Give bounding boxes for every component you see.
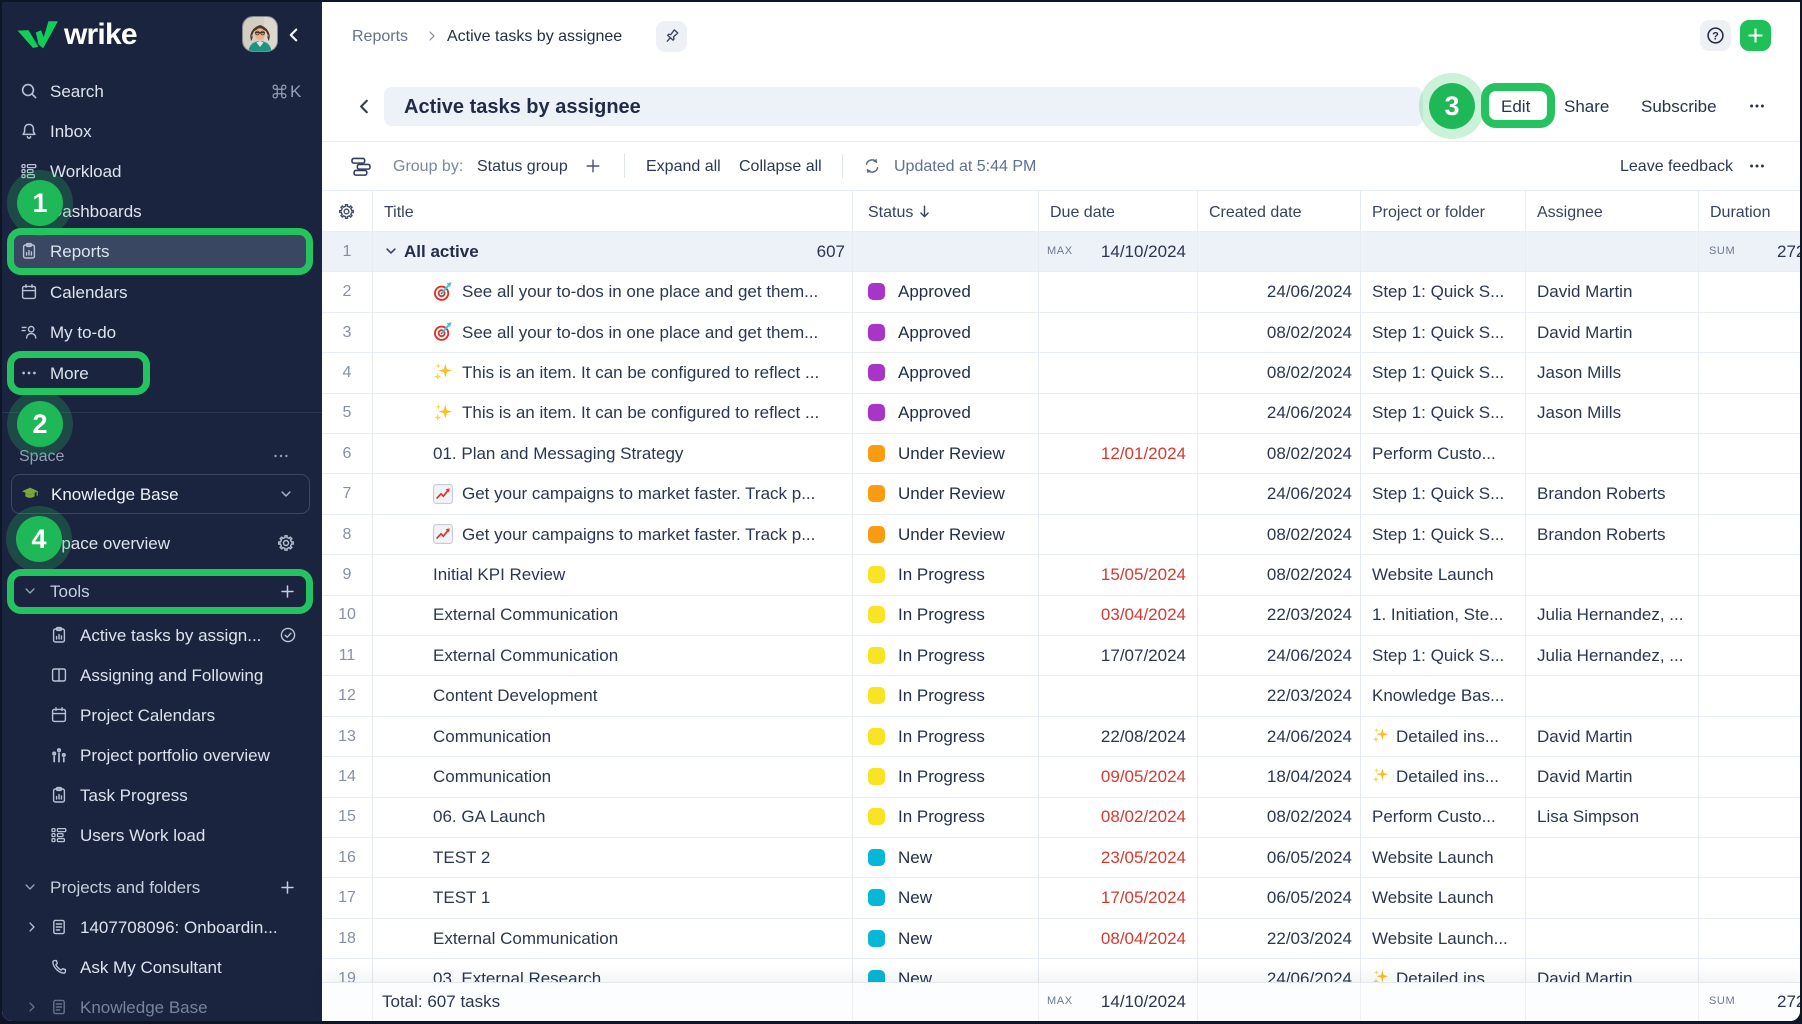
svg-text:?: ? <box>1712 30 1719 42</box>
